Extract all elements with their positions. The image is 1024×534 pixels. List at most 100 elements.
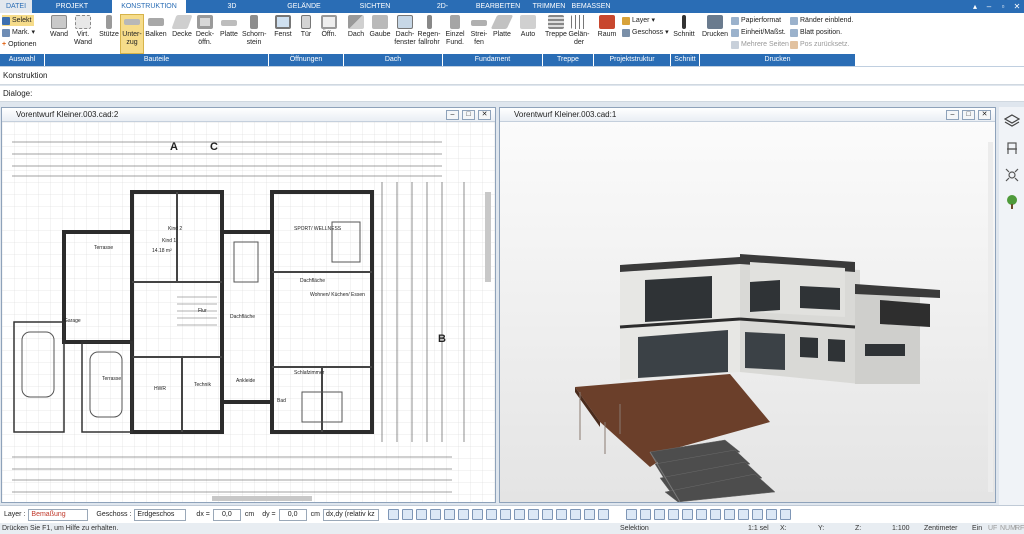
snap-tool-icon[interactable] <box>401 509 413 520</box>
gaube-button[interactable]: Gaube <box>368 15 392 39</box>
snap-tool-icon[interactable] <box>569 509 581 520</box>
snap-tool-icon[interactable] <box>513 509 525 520</box>
stuetze-button[interactable]: Stütze <box>98 15 120 39</box>
dach-button[interactable]: Dach <box>346 15 366 39</box>
tab-3d[interactable]: 3D <box>186 0 278 13</box>
plan-minimize-icon[interactable]: – <box>446 110 459 120</box>
bodenplatte-button[interactable]: Platte <box>490 15 514 39</box>
view-tool-icon[interactable] <box>723 509 735 520</box>
geschoss-select[interactable]: Erdgeschos <box>134 508 187 521</box>
view3d-maximize-icon[interactable]: □ <box>962 110 975 120</box>
schornstein-button[interactable]: Schorn-stein <box>242 15 267 47</box>
view-tool-icon[interactable] <box>653 509 665 520</box>
snap-tool-icon[interactable] <box>583 509 595 520</box>
snap-tool-icon[interactable] <box>471 509 483 520</box>
tab-sichten[interactable]: SICHTEN <box>330 0 420 13</box>
platte-button[interactable]: Platte <box>218 15 240 39</box>
snap-tool-icon[interactable] <box>541 509 553 520</box>
snap-tool-icon[interactable] <box>597 509 609 520</box>
view-tool-icon[interactable] <box>667 509 679 520</box>
oeffnung-button[interactable]: Öffn. <box>318 15 340 39</box>
view-tool-icon[interactable] <box>681 509 693 520</box>
snap-tool-icon[interactable] <box>527 509 539 520</box>
view-tool-icon[interactable] <box>737 509 749 520</box>
snap-tool-icon[interactable] <box>429 509 441 520</box>
collapse-ribbon-icon[interactable]: ▴ <box>968 0 982 13</box>
plan-window[interactable]: Vorentwurf Kleiner.003.cad:2 – □ ✕ Kind … <box>1 107 496 503</box>
mark-button[interactable]: Mark. ▾ <box>2 27 35 38</box>
view3d-minimize-icon[interactable]: – <box>946 110 959 120</box>
view3d-close-icon[interactable]: ✕ <box>978 110 991 120</box>
tab-bemassen[interactable]: BEMASSEN <box>567 0 615 13</box>
tuer-button[interactable]: Tür <box>296 15 316 39</box>
deckoeffn-button[interactable]: Deck-öffn. <box>194 15 216 47</box>
balken-button[interactable]: Balken <box>145 15 167 39</box>
chair-icon[interactable] <box>1003 139 1021 157</box>
minimize-icon[interactable]: – <box>982 0 996 13</box>
wand-button[interactable]: Wand <box>48 15 70 39</box>
snap-tool-icon[interactable] <box>387 509 399 520</box>
mehrere-seiten-button[interactable]: Mehrere Seiten <box>731 39 789 50</box>
plan-hscroll[interactable] <box>212 496 312 501</box>
view-tool-icon[interactable] <box>779 509 791 520</box>
view-tool-icon[interactable] <box>639 509 651 520</box>
selekt-button[interactable]: Selekt <box>2 15 35 26</box>
close-icon[interactable]: ✕ <box>1010 0 1024 13</box>
dy-input[interactable]: 0,0 <box>278 508 307 521</box>
tab-projekt[interactable]: PROJEKT <box>32 0 112 13</box>
tab-gelaende[interactable]: GELÄNDE <box>278 0 330 13</box>
floor-plan-canvas[interactable]: Kind 2 14.18 m² Kind 1 SPORT/ WELLNESS D… <box>2 122 495 502</box>
treppe-button[interactable]: Treppe <box>545 15 567 39</box>
dachfenster-button[interactable]: Dach-fenster <box>393 15 417 47</box>
view3d-window[interactable]: Vorentwurf Kleiner.003.cad:1 – □ ✕ <box>499 107 996 503</box>
pos-zuruecksetzen-button[interactable]: Pos zurücksetz. <box>790 39 849 50</box>
plan-close-icon[interactable]: ✕ <box>478 110 491 120</box>
unterzug-button[interactable]: Unter-zug <box>120 14 144 54</box>
view-tool-icon[interactable] <box>625 509 637 520</box>
view3d-vscroll[interactable] <box>988 142 993 492</box>
tab-2d-elemente[interactable]: 2D-ELEMENTE <box>420 0 465 23</box>
gelaender-button[interactable]: Gelän-der <box>568 15 590 47</box>
snap-tool-icon[interactable] <box>443 509 455 520</box>
view-tool-icon[interactable] <box>695 509 707 520</box>
plan-maximize-icon[interactable]: □ <box>462 110 475 120</box>
dx-input[interactable]: 0,0 <box>212 508 241 521</box>
coord-mode-select[interactable]: dx,dy (relativ kz <box>322 508 379 521</box>
view-tool-icon[interactable] <box>751 509 763 520</box>
streifen-button[interactable]: Strei-fen <box>468 15 490 47</box>
tree-icon[interactable] <box>1003 193 1021 211</box>
einheit-button[interactable]: Einheit/Maßst. <box>731 27 786 38</box>
maximize-icon[interactable]: ▫ <box>996 0 1010 13</box>
snap-tool-icon[interactable] <box>457 509 469 520</box>
fenster-button[interactable]: Fenst <box>272 15 294 39</box>
schnitt-button[interactable]: Schnitt <box>673 15 695 39</box>
view-tool-icon[interactable] <box>709 509 721 520</box>
raender-button[interactable]: Ränder einblend. <box>790 15 853 26</box>
tab-datei[interactable]: DATEI <box>0 0 32 13</box>
snap-tool-icon[interactable] <box>555 509 567 520</box>
geschoss-dropdown[interactable]: Geschoss ▾ <box>622 27 669 38</box>
einzelfundament-button[interactable]: Einzel Fund. <box>444 15 466 47</box>
regenfallrohr-button[interactable]: Regen-fallrohr <box>417 15 441 47</box>
snap-tool-icon[interactable] <box>499 509 511 520</box>
virt-wand-button[interactable]: Virt. Wand <box>72 15 94 47</box>
tab-trimmen[interactable]: TRIMMEN <box>531 0 567 13</box>
optionen-button[interactable]: + Optionen <box>2 39 37 50</box>
tab-konstruktion[interactable]: KONSTRUKTION <box>112 0 186 13</box>
scene-icon[interactable] <box>1003 166 1021 184</box>
auto-button[interactable]: Auto <box>517 15 539 39</box>
plan-vscroll[interactable] <box>485 192 491 282</box>
raum-button[interactable]: Raum <box>596 15 618 39</box>
decke-button[interactable]: Decke <box>171 15 193 39</box>
papierformat-button[interactable]: Papierformat <box>731 15 781 26</box>
layers-icon[interactable] <box>1003 112 1021 130</box>
tab-bearbeiten[interactable]: BEARBEITEN <box>465 0 531 13</box>
blatt-position-button[interactable]: Blatt position. <box>790 27 842 38</box>
view-tool-icon[interactable] <box>765 509 777 520</box>
3d-viewport[interactable] <box>500 122 995 502</box>
layer-select[interactable]: Bemaßung <box>28 508 89 521</box>
layer-dropdown[interactable]: Layer ▾ <box>622 15 655 26</box>
drucken-button[interactable]: Drucken <box>702 15 728 39</box>
snap-tool-icon[interactable] <box>485 509 497 520</box>
snap-tool-icon[interactable] <box>415 509 427 520</box>
